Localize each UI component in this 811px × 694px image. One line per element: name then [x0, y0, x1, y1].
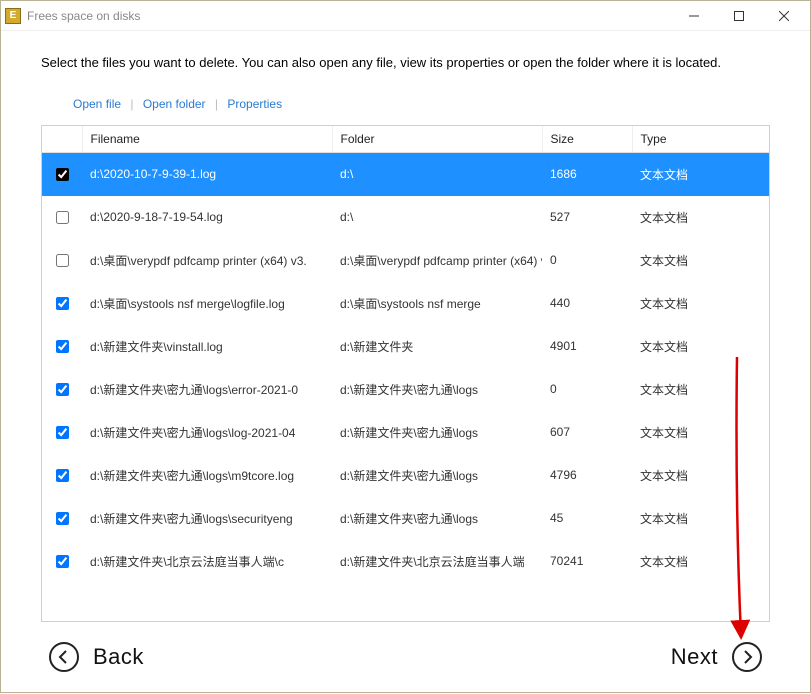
cell-size: 45: [542, 497, 632, 540]
cell-size: 4901: [542, 325, 632, 368]
back-button[interactable]: Back: [49, 642, 144, 672]
table-row[interactable]: d:\桌面\verypdf pdfcamp printer (x64) v3.d…: [42, 239, 769, 282]
column-type[interactable]: Type: [632, 126, 769, 153]
file-table-scroll[interactable]: Filename Folder Size Type d:\2020-10-7-9…: [42, 126, 769, 622]
cell-filename: d:\新建文件夹\vinstall.log: [82, 325, 332, 368]
row-checkbox[interactable]: [56, 469, 69, 482]
cell-folder: d:\新建文件夹\密九通\logs: [332, 497, 542, 540]
content-area: Select the files you want to delete. You…: [1, 31, 810, 622]
cell-type: 文本文档: [632, 325, 769, 368]
row-checkbox[interactable]: [56, 340, 69, 353]
table-row[interactable]: d:\桌面\systools nsf merge\logfile.logd:\桌…: [42, 282, 769, 325]
cell-size: 607: [542, 411, 632, 454]
cell-filename: d:\新建文件夹\密九通\logs\error-2021-0: [82, 368, 332, 411]
back-label: Back: [93, 644, 144, 670]
app-icon: E: [5, 8, 21, 24]
cell-filename: d:\桌面\verypdf pdfcamp printer (x64) v3.: [82, 239, 332, 282]
close-icon: [779, 11, 789, 21]
row-checkbox[interactable]: [56, 297, 69, 310]
cell-folder: d:\新建文件夹: [332, 325, 542, 368]
table-row[interactable]: d:\新建文件夹\密九通\logs\securityengd:\新建文件夹\密九…: [42, 497, 769, 540]
table-row[interactable]: d:\2020-10-7-9-39-1.logd:\1686文本文档: [42, 152, 769, 196]
minimize-icon: [689, 11, 699, 21]
row-checkbox[interactable]: [56, 426, 69, 439]
separator: |: [130, 97, 133, 111]
table-row[interactable]: d:\新建文件夹\密九通\logs\error-2021-0d:\新建文件夹\密…: [42, 368, 769, 411]
close-button[interactable]: [761, 2, 806, 30]
cell-filename: d:\桌面\systools nsf merge\logfile.log: [82, 282, 332, 325]
row-checkbox[interactable]: [56, 211, 69, 224]
cell-folder: d:\桌面\verypdf pdfcamp printer (x64) v3.0: [332, 239, 542, 282]
table-row[interactable]: d:\2020-9-18-7-19-54.logd:\527文本文档: [42, 196, 769, 239]
table-row[interactable]: d:\新建文件夹\vinstall.logd:\新建文件夹4901文本文档: [42, 325, 769, 368]
cell-type: 文本文档: [632, 540, 769, 583]
row-checkbox[interactable]: [56, 383, 69, 396]
maximize-button[interactable]: [716, 2, 761, 30]
action-links: Open file | Open folder | Properties: [73, 97, 770, 111]
cell-folder: d:\新建文件夹\密九通\logs: [332, 411, 542, 454]
cell-size: 0: [542, 368, 632, 411]
cell-type: 文本文档: [632, 454, 769, 497]
cell-size: 1686: [542, 152, 632, 196]
cell-filename: d:\新建文件夹\密九通\logs\log-2021-04: [82, 411, 332, 454]
row-checkbox[interactable]: [56, 254, 69, 267]
file-table-container: Filename Folder Size Type d:\2020-10-7-9…: [41, 125, 770, 623]
app-window: E Frees space on disks Select the files …: [0, 0, 811, 693]
cell-size: 4796: [542, 454, 632, 497]
table-row[interactable]: d:\新建文件夹\北京云法庭当事人端\cd:\新建文件夹\北京云法庭当事人端70…: [42, 540, 769, 583]
open-folder-link[interactable]: Open folder: [143, 97, 206, 111]
cell-folder: d:\: [332, 196, 542, 239]
cell-size: 70241: [542, 540, 632, 583]
open-file-link[interactable]: Open file: [73, 97, 121, 111]
column-checkbox[interactable]: [42, 126, 82, 153]
cell-type: 文本文档: [632, 152, 769, 196]
cell-folder: d:\新建文件夹\北京云法庭当事人端: [332, 540, 542, 583]
table-row[interactable]: d:\新建文件夹\密九通\logs\m9tcore.logd:\新建文件夹\密九…: [42, 454, 769, 497]
row-checkbox[interactable]: [56, 512, 69, 525]
titlebar: E Frees space on disks: [1, 1, 810, 31]
row-checkbox[interactable]: [56, 555, 69, 568]
arrow-left-icon: [49, 642, 79, 672]
properties-link[interactable]: Properties: [227, 97, 282, 111]
cell-type: 文本文档: [632, 239, 769, 282]
arrow-right-icon: [732, 642, 762, 672]
next-label: Next: [671, 644, 718, 670]
cell-folder: d:\桌面\systools nsf merge: [332, 282, 542, 325]
file-table: Filename Folder Size Type d:\2020-10-7-9…: [42, 126, 769, 583]
footer-nav: Back Next: [1, 622, 810, 692]
instruction-text: Select the files you want to delete. You…: [41, 53, 770, 73]
column-folder[interactable]: Folder: [332, 126, 542, 153]
cell-filename: d:\新建文件夹\密九通\logs\m9tcore.log: [82, 454, 332, 497]
column-size[interactable]: Size: [542, 126, 632, 153]
cell-filename: d:\新建文件夹\密九通\logs\securityeng: [82, 497, 332, 540]
window-title: Frees space on disks: [27, 9, 140, 23]
cell-folder: d:\: [332, 152, 542, 196]
cell-type: 文本文档: [632, 282, 769, 325]
maximize-icon: [734, 11, 744, 21]
cell-folder: d:\新建文件夹\密九通\logs: [332, 454, 542, 497]
cell-folder: d:\新建文件夹\密九通\logs: [332, 368, 542, 411]
cell-size: 440: [542, 282, 632, 325]
cell-filename: d:\新建文件夹\北京云法庭当事人端\c: [82, 540, 332, 583]
minimize-button[interactable]: [671, 2, 716, 30]
cell-filename: d:\2020-10-7-9-39-1.log: [82, 152, 332, 196]
cell-size: 527: [542, 196, 632, 239]
cell-type: 文本文档: [632, 497, 769, 540]
cell-type: 文本文档: [632, 368, 769, 411]
separator: |: [215, 97, 218, 111]
row-checkbox[interactable]: [56, 168, 69, 181]
cell-type: 文本文档: [632, 411, 769, 454]
cell-filename: d:\2020-9-18-7-19-54.log: [82, 196, 332, 239]
cell-size: 0: [542, 239, 632, 282]
column-filename[interactable]: Filename: [82, 126, 332, 153]
next-button[interactable]: Next: [671, 642, 762, 672]
table-row[interactable]: d:\新建文件夹\密九通\logs\log-2021-04d:\新建文件夹\密九…: [42, 411, 769, 454]
cell-type: 文本文档: [632, 196, 769, 239]
